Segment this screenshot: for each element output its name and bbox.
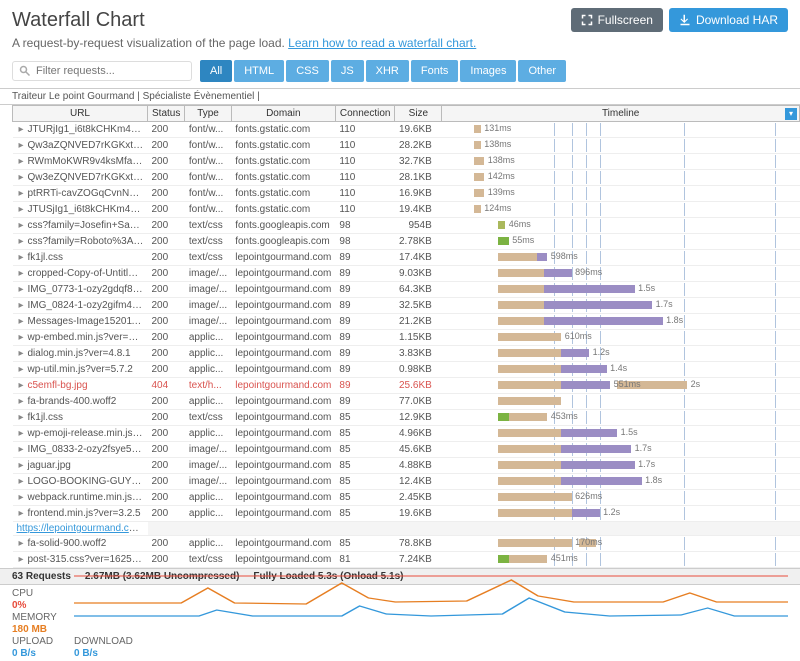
expand-icon[interactable]: ▸: [17, 380, 26, 391]
download-value: 0 B/s: [74, 648, 134, 659]
table-row[interactable]: https://lepointgourmand.com/wp-content/u…: [13, 522, 800, 536]
col-url[interactable]: URL: [13, 106, 148, 122]
table-row[interactable]: ▸wp-embed.min.js?ver=5.7.2200applic...le…: [13, 330, 800, 346]
expand-icon[interactable]: ▸: [17, 508, 26, 519]
table-row[interactable]: ▸fk1jl.css200text/csslepointgourmand.com…: [13, 410, 800, 426]
table-row[interactable]: ▸RWmMoKWR9v4ksMfaWd_J...200font/w...font…: [13, 154, 800, 170]
table-row[interactable]: ▸frontend.min.js?ver=3.2.5200applic...le…: [13, 506, 800, 522]
table-row[interactable]: ▸cropped-Copy-of-Untitled-1-1...200image…: [13, 266, 800, 282]
expand-icon[interactable]: ▸: [17, 300, 26, 311]
expand-icon[interactable]: ▸: [17, 204, 26, 215]
table-row[interactable]: ▸wp-util.min.js?ver=5.7.2200applic...lep…: [13, 362, 800, 378]
col-timeline[interactable]: Timeline▾: [442, 106, 800, 122]
filter-tab-html[interactable]: HTML: [234, 60, 284, 82]
table-row[interactable]: ▸post-315.css?ver=1625836761200text/cssl…: [13, 552, 800, 568]
memory-value: 180 MB: [12, 624, 47, 635]
download-label: DOWNLOAD: [74, 636, 134, 647]
col-status[interactable]: Status: [148, 106, 185, 122]
filter-input-wrapper[interactable]: [12, 61, 192, 81]
col-connection[interactable]: Connection: [335, 106, 395, 122]
expand-icon[interactable]: ▸: [17, 364, 26, 375]
table-row[interactable]: ▸Qw3eZQNVED7rKGKxtqIqX5...200font/w...fo…: [13, 170, 800, 186]
fullscreen-icon: [581, 14, 593, 26]
request-link[interactable]: https://lepointgourmand.com/wp-content/u…: [17, 523, 148, 534]
filter-input[interactable]: [36, 65, 185, 77]
table-row[interactable]: ▸LOGO-BOOKING-GUYS-v2.png200image/...lep…: [13, 474, 800, 490]
expand-icon[interactable]: ▸: [17, 554, 26, 565]
expand-icon[interactable]: ▸: [17, 140, 26, 151]
expand-icon[interactable]: ▸: [17, 268, 26, 279]
expand-icon[interactable]: ▸: [17, 348, 26, 359]
table-row[interactable]: ▸css?family=Roboto%3A100%...200text/cssf…: [13, 234, 800, 250]
page-title: Waterfall Chart: [12, 9, 145, 32]
table-row[interactable]: ▸Qw3aZQNVED7rKGKxtqIqX5...200font/w...fo…: [13, 138, 800, 154]
download-har-button[interactable]: Download HAR: [669, 8, 788, 32]
expand-icon[interactable]: ▸: [17, 460, 26, 471]
filter-tab-other[interactable]: Other: [518, 60, 566, 82]
fullscreen-button[interactable]: Fullscreen: [571, 8, 663, 32]
expand-icon[interactable]: ▸: [17, 332, 26, 343]
table-row[interactable]: ▸fk1jl.css200text/csslepointgourmand.com…: [13, 250, 800, 266]
waterfall-help-link[interactable]: Learn how to read a waterfall chart.: [288, 36, 476, 50]
filter-tab-css[interactable]: CSS: [286, 60, 329, 82]
table-row[interactable]: ▸IMG_0833-2-ozy2fsye5s04bq...200image/..…: [13, 442, 800, 458]
table-row[interactable]: ▸IMG_0824-1-ozy2gifm4t5vcv...200image/..…: [13, 298, 800, 314]
expand-icon[interactable]: ▸: [17, 428, 26, 439]
perf-graph: [74, 568, 788, 618]
table-row[interactable]: ▸c5emfl-bg.jpg404text/h...lepointgourman…: [13, 378, 800, 394]
summary-requests: 63 Requests: [12, 571, 71, 582]
cpu-value: 0%: [12, 600, 26, 611]
expand-icon[interactable]: ▸: [17, 396, 26, 407]
table-row[interactable]: ▸jaguar.jpg200image/...lepointgourmand.c…: [13, 458, 800, 474]
table-row[interactable]: ▸wp-emoji-release.min.js?ver=...200appli…: [13, 426, 800, 442]
upload-label: UPLOAD: [12, 636, 64, 647]
table-row[interactable]: ▸webpack.runtime.min.js?ver...200applic.…: [13, 490, 800, 506]
table-row[interactable]: ▸IMG_0773-1-ozy2gdqf8nlq9b...200image/..…: [13, 282, 800, 298]
table-row[interactable]: ▸Messages-Image152011478...200image/...l…: [13, 314, 800, 330]
col-domain[interactable]: Domain: [231, 106, 335, 122]
download-icon: [679, 14, 691, 26]
expand-icon[interactable]: ▸: [17, 538, 26, 549]
filter-tab-js[interactable]: JS: [331, 60, 364, 82]
filter-tab-xhr[interactable]: XHR: [366, 60, 409, 82]
page-caption: Traiteur Le point Gourmand | Spécialiste…: [0, 88, 800, 105]
timeline-menu-icon[interactable]: ▾: [785, 108, 797, 120]
memory-label: MEMORY: [12, 612, 64, 623]
expand-icon[interactable]: ▸: [17, 236, 26, 247]
table-row[interactable]: ▸ptRRTi-cavZOGqCvnNJDl5m...200font/w...f…: [13, 186, 800, 202]
expand-icon[interactable]: ▸: [17, 444, 26, 455]
cpu-label: CPU: [12, 588, 64, 599]
search-icon: [19, 65, 31, 77]
subtitle: A request-by-request visualization of th…: [0, 36, 800, 60]
expand-icon[interactable]: ▸: [17, 156, 26, 167]
expand-icon[interactable]: ▸: [17, 124, 26, 135]
expand-icon[interactable]: ▸: [17, 284, 26, 295]
expand-icon[interactable]: ▸: [17, 412, 26, 423]
expand-icon[interactable]: ▸: [17, 252, 26, 263]
table-row[interactable]: ▸css?family=Josefin+Sans%3...200text/css…: [13, 218, 800, 234]
upload-value: 0 B/s: [12, 648, 64, 659]
expand-icon[interactable]: ▸: [17, 492, 26, 503]
waterfall-table: URL Status Type Domain Connection Size T…: [12, 105, 800, 568]
table-row[interactable]: ▸fa-solid-900.woff2200applic...lepointgo…: [13, 536, 800, 552]
expand-icon[interactable]: ▸: [17, 172, 26, 183]
expand-icon[interactable]: ▸: [17, 188, 26, 199]
col-type[interactable]: Type: [185, 106, 231, 122]
expand-icon[interactable]: ▸: [17, 316, 26, 327]
filter-tab-fonts[interactable]: Fonts: [411, 60, 459, 82]
expand-icon[interactable]: ▸: [17, 220, 26, 231]
col-size[interactable]: Size: [395, 106, 442, 122]
table-row[interactable]: ▸JTUSjIg1_i6t8kCHKm459Wlh...200font/w...…: [13, 202, 800, 218]
table-row[interactable]: ▸JTURjIg1_i6t8kCHKm45_dJE...200font/w...…: [13, 122, 800, 138]
table-row[interactable]: ▸dialog.min.js?ver=4.8.1200applic...lepo…: [13, 346, 800, 362]
expand-icon[interactable]: ▸: [17, 476, 26, 487]
filter-tab-images[interactable]: Images: [460, 60, 516, 82]
filter-tab-all[interactable]: All: [200, 60, 232, 82]
table-row[interactable]: ▸fa-brands-400.woff2200applic...lepointg…: [13, 394, 800, 410]
